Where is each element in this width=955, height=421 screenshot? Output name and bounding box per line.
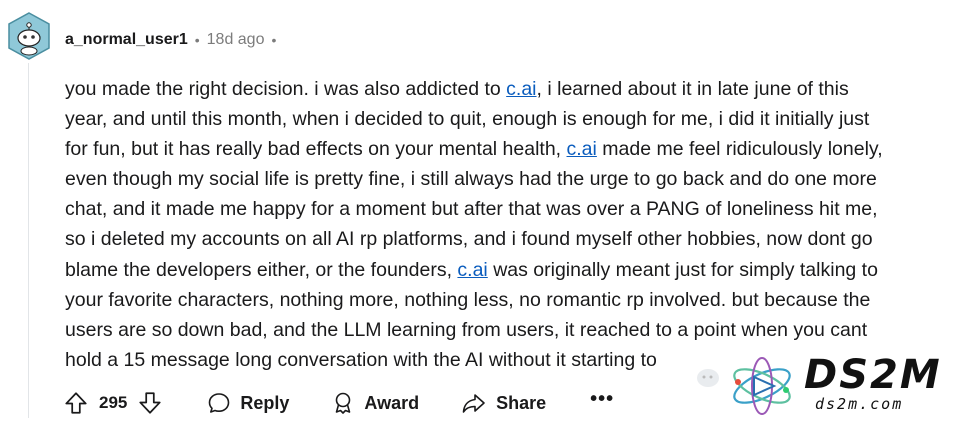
comment-text: chat, and it made me happy for a moment … <box>65 198 878 221</box>
avatar-icon <box>8 12 50 60</box>
avatar[interactable] <box>7 12 51 60</box>
comment-text: so i deleted my accounts on all AI rp pl… <box>65 228 873 251</box>
comment-line: year, and until this month, when i decid… <box>65 104 955 134</box>
watermark: DS2M ds2m.com <box>694 352 952 418</box>
comment-line: users are so down bad, and the LLM learn… <box>65 315 955 345</box>
reply-button[interactable]: Reply <box>207 391 289 415</box>
comment-text: , i learned about it in late june of thi… <box>536 78 849 100</box>
award-label: Award <box>364 392 420 413</box>
share-icon <box>462 394 485 413</box>
comment-text: users are so down bad, and the LLM learn… <box>65 318 868 341</box>
timestamp[interactable]: 18d ago <box>207 31 265 49</box>
comment-text: you made the right decision. i was also … <box>65 78 507 100</box>
comment-text: hold a 15 message long conversation with… <box>65 348 657 371</box>
comment-line: your favorite characters, nothing more, … <box>65 285 955 315</box>
vote-count: 295 <box>99 393 128 412</box>
comment-text: made me feel ridiculously lonely, <box>596 138 883 161</box>
comment-text: your favorite characters, nothing more, … <box>65 288 871 311</box>
comment-line: for fun, but it has really bad effects o… <box>65 134 955 164</box>
comment-line: you made the right decision. i was also … <box>65 74 955 104</box>
thread-line <box>28 63 29 418</box>
comment-header: a_normal_user1 • 18d ago • <box>65 29 283 51</box>
upvote-button[interactable] <box>63 390 89 416</box>
comment-line: chat, and it made me happy for a moment … <box>65 194 955 224</box>
comment-body: you made the right decision. i was also … <box>65 74 955 375</box>
inline-link[interactable]: c.ai <box>457 259 487 281</box>
share-label: Share <box>496 392 547 413</box>
comment-line: so i deleted my accounts on all AI rp pl… <box>65 224 955 254</box>
reply-icon <box>209 393 230 413</box>
watermark-logo-icon <box>697 357 791 415</box>
comment-text: even though my social life is pretty fin… <box>65 168 877 191</box>
comment-line: even though my social life is pretty fin… <box>65 164 955 194</box>
comment-line: blame the developers either, or the foun… <box>65 255 955 285</box>
share-button[interactable]: Share <box>461 391 546 415</box>
downvote-icon <box>139 392 161 414</box>
downvote-button[interactable] <box>137 390 163 416</box>
action-bar: 295 Reply Award Share ••• <box>63 387 614 419</box>
comment-text: for fun, but it has really bad effects o… <box>65 138 567 161</box>
inline-link[interactable]: c.ai <box>506 78 536 100</box>
comment-text: year, and until this month, when i decid… <box>65 108 870 131</box>
comment-text: blame the developers either, or the foun… <box>65 258 458 281</box>
comment-text: was originally meant just for simply tal… <box>487 258 878 281</box>
more-options-button[interactable]: ••• <box>590 388 614 419</box>
username[interactable]: a_normal_user1 <box>65 31 188 49</box>
upvote-icon <box>65 392 87 414</box>
watermark-subtitle: ds2m.com <box>815 395 904 413</box>
reply-label: Reply <box>240 392 290 413</box>
watermark-title: DS2M <box>804 352 942 398</box>
inline-link[interactable]: c.ai <box>567 138 597 160</box>
award-icon <box>336 392 351 414</box>
more-icon: ••• <box>590 387 615 410</box>
meta-separator-trailing: • <box>271 32 277 48</box>
vote-group: 295 <box>63 390 163 416</box>
meta-separator: • <box>194 32 200 48</box>
award-button[interactable]: Award <box>331 391 419 415</box>
